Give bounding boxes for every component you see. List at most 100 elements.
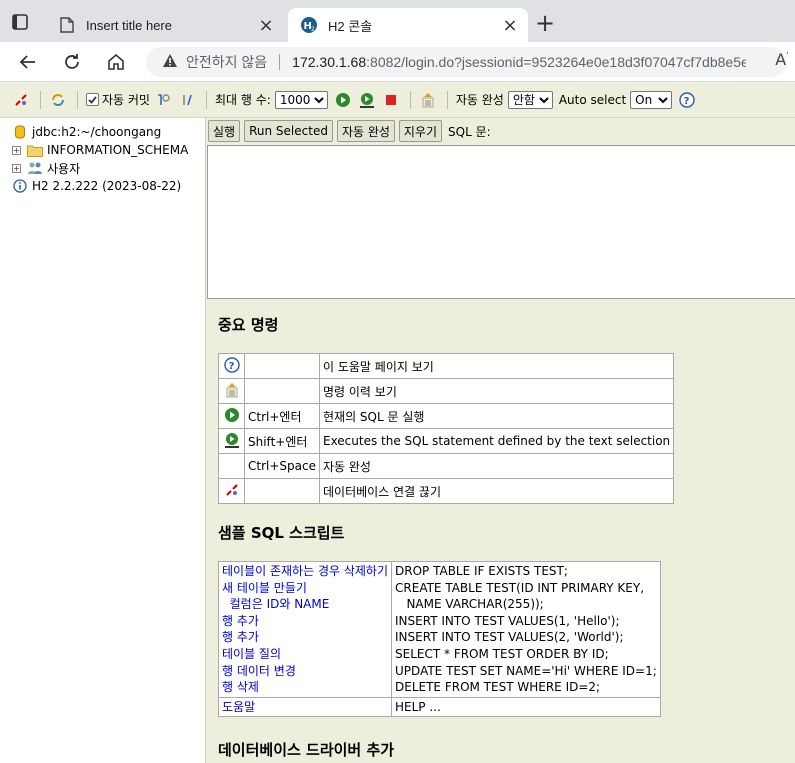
help-link[interactable]: 도움말 <box>222 699 388 716</box>
expand-icon[interactable]: + <box>12 145 21 155</box>
disconnect-icon[interactable] <box>224 483 240 501</box>
sql-line: SELECT * FROM TEST ORDER BY ID; <box>395 646 609 661</box>
address-bar: 안전하지 않음 172.30.1.68 :8082/login.do?jsess… <box>0 42 795 82</box>
history-icon[interactable] <box>419 91 437 109</box>
history-icon[interactable] <box>224 382 240 401</box>
auto-commit-checkbox[interactable] <box>86 93 99 106</box>
table-row: 명령 이력 보기 <box>218 378 675 404</box>
tree-item-label: INFORMATION_SCHEMA <box>47 143 189 157</box>
disconnect-icon[interactable] <box>12 91 30 109</box>
users-icon <box>27 160 43 176</box>
stop-icon[interactable] <box>382 91 400 109</box>
h2-logo-icon: H2 <box>300 16 318 34</box>
clear-button[interactable]: 지우기 <box>398 120 443 142</box>
sample-link-select[interactable]: 테이블 질의 <box>222 646 388 663</box>
key-cell <box>244 378 320 404</box>
sql-line: UPDATE TEST SET NAME='Hi' WHERE ID=1; <box>395 663 657 678</box>
run-selected-icon[interactable] <box>358 91 376 109</box>
rollback-icon[interactable] <box>154 91 172 109</box>
table-row: Ctrl+엔터 현재의 SQL 문 실행 <box>218 403 675 429</box>
tree-item-users[interactable]: + 사용자 <box>0 159 205 177</box>
browser-tab-h2-console[interactable]: H2 H2 콘솔 × <box>288 8 528 42</box>
important-commands-table: ? 이 도움말 페이지 보기 명령 이력 보기 Ctrl+엔터 현재의 SQL … <box>218 353 675 504</box>
table-row: ? 이 도움말 페이지 보기 <box>218 353 675 379</box>
tab-actions-icon[interactable] <box>10 12 30 32</box>
sample-link-delete[interactable]: 행 삭제 <box>222 679 388 696</box>
toolbar-separator <box>409 90 411 109</box>
command-bar: 실행 Run Selected 자동 완성 지우기 SQL 문: <box>206 118 795 144</box>
svg-text:2: 2 <box>311 26 315 33</box>
desc-cell: 현재의 SQL 문 실행 <box>318 403 675 429</box>
database-icon <box>12 124 28 140</box>
toolbar-separator <box>446 90 448 109</box>
tree-item-label: 사용자 <box>47 161 81 176</box>
auto-select-select[interactable]: On <box>630 90 673 109</box>
tab-title: H2 콘솔 <box>328 18 373 34</box>
desc-cell: Executes the SQL statement defined by th… <box>318 428 675 454</box>
expand-icon[interactable]: + <box>12 163 21 173</box>
icon-cell <box>218 478 245 504</box>
desc-cell: 명령 이력 보기 <box>318 378 675 404</box>
auto-complete-button[interactable]: 자동 완성 <box>336 120 395 142</box>
warning-icon[interactable] <box>162 53 178 72</box>
security-status: 안전하지 않음 <box>186 54 268 70</box>
add-driver-title: 데이터베이스 드라이버 추가 <box>218 741 395 760</box>
sample-link-insert-1[interactable]: 행 추가 <box>222 613 388 630</box>
url-field[interactable]: 안전하지 않음 172.30.1.68 :8082/login.do?jsess… <box>146 47 786 77</box>
auto-complete-label: 자동 완성 <box>455 93 504 107</box>
svg-text:?: ? <box>228 361 234 372</box>
help-sql-cell: HELP ... <box>391 696 661 718</box>
tree-item-information-schema[interactable]: + INFORMATION_SCHEMA <box>0 141 205 159</box>
key-cell <box>244 478 320 504</box>
sample-link-drop-table[interactable]: 테이블이 존재하는 경우 삭제하기 <box>222 563 388 580</box>
url-path: :8082/login.do?jsessionid=9523264e0e18d3… <box>366 54 747 70</box>
max-rows-label: 최대 행 수: <box>214 93 271 107</box>
url-host: 172.30.1.68 <box>292 54 367 70</box>
key-cell <box>244 353 320 379</box>
back-icon[interactable] <box>16 50 40 74</box>
sample-link-create-table[interactable]: 새 테이블 만들기 <box>222 580 388 597</box>
run-selected-icon[interactable] <box>224 432 240 451</box>
key-cell: Shift+엔터 <box>244 428 320 454</box>
run-button[interactable]: 실행 <box>208 120 241 142</box>
sql-line: NAME VARCHAR(255)); <box>395 597 544 612</box>
sample-sql-title: 샘플 SQL 스크립트 <box>218 524 345 542</box>
desc-cell: 자동 완성 <box>318 453 675 479</box>
sql-editor[interactable] <box>207 145 795 299</box>
key-cell: Ctrl+엔터 <box>244 403 320 429</box>
sql-line: INSERT INTO TEST VALUES(1, 'Hello'); <box>395 613 620 628</box>
sample-link-insert-2[interactable]: 행 추가 <box>222 629 388 646</box>
reload-icon[interactable] <box>60 50 84 74</box>
read-aloud-icon[interactable]: Aʾ <box>775 50 789 69</box>
tab-close-icon[interactable]: × <box>500 15 520 36</box>
divider <box>279 54 281 70</box>
auto-complete-select[interactable]: 안함 <box>507 90 553 109</box>
table-row: 데이터베이스 연결 끊기 <box>218 478 675 504</box>
sql-label: SQL 문: <box>448 124 491 139</box>
sample-link-update[interactable]: 행 데이터 변경 <box>222 663 388 680</box>
icon-cell <box>218 453 245 479</box>
main-panel: 실행 Run Selected 자동 완성 지우기 SQL 문: 중요 명령 ?… <box>206 118 795 763</box>
help-icon[interactable]: ? <box>678 91 696 109</box>
version-label: H2 2.2.222 (2023-08-22) <box>32 179 182 193</box>
table-row: 테이블이 존재하는 경우 삭제하기 새 테이블 만들기 컬럼은 ID와 NAME… <box>217 561 661 698</box>
sample-link-columns[interactable]: 컬럼은 ID와 NAME <box>222 596 388 613</box>
run-icon[interactable] <box>224 407 240 426</box>
help-icon[interactable]: ? <box>223 356 240 376</box>
tab-close-icon[interactable]: × <box>256 15 276 36</box>
home-icon[interactable] <box>104 50 128 74</box>
table-row: Shift+엔터 Executes the SQL statement defi… <box>218 428 675 454</box>
auto-select-label: Auto select <box>558 92 627 107</box>
sample-sql-cell: DROP TABLE IF EXISTS TEST; CREATE TABLE … <box>391 561 661 698</box>
new-tab-icon[interactable]: + <box>534 11 556 35</box>
commit-icon[interactable] <box>178 91 196 109</box>
run-icon[interactable] <box>334 91 352 109</box>
tree-connection[interactable]: jdbc:h2:~/choongang <box>0 123 205 141</box>
tree-version: H2 2.2.222 (2023-08-22) <box>0 177 205 195</box>
max-rows-select[interactable]: 1000 <box>274 90 328 109</box>
icon-cell <box>218 403 245 429</box>
h2-toolbar: 자동 커밋 최대 행 수: 1000 자동 완성 안함 Auto select … <box>0 82 795 118</box>
refresh-icon[interactable] <box>49 91 67 109</box>
run-selected-button[interactable]: Run Selected <box>244 120 333 142</box>
browser-tab-insert-title[interactable]: Insert title here × <box>46 8 284 42</box>
